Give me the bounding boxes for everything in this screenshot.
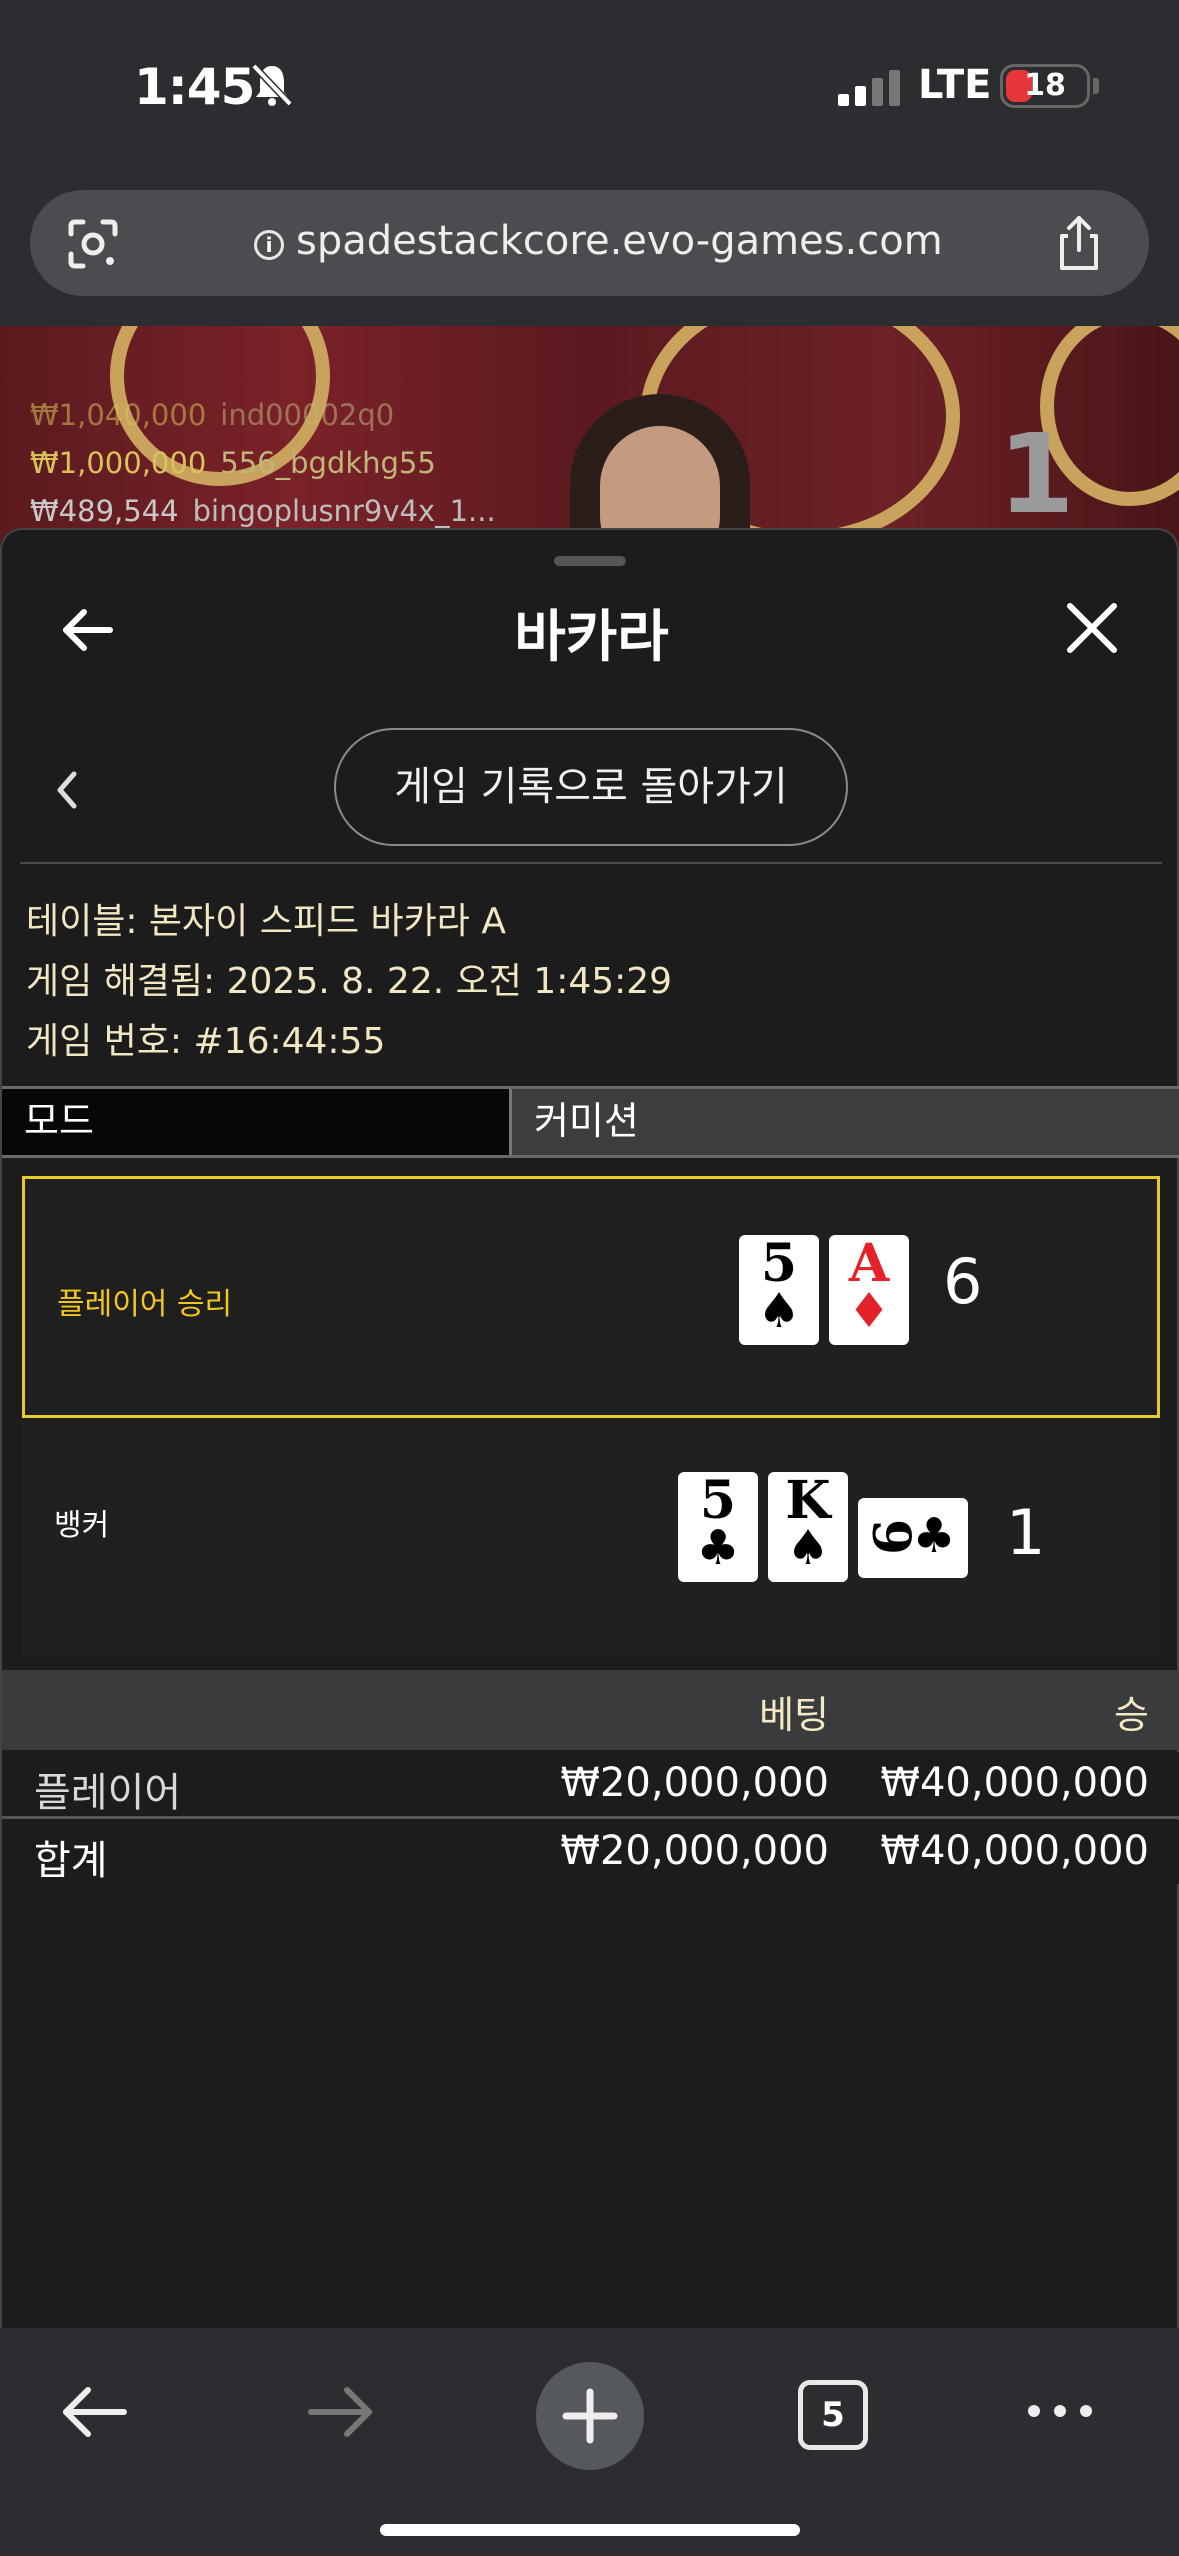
winner-name: 556_bgdkhg55	[220, 446, 436, 480]
banker-result-row: 뱅커 5 ♣ K ♠ 9 ♣ 1	[22, 1418, 1160, 1656]
winner-row: ₩1,040,000 ind00002q0	[30, 398, 394, 432]
bet-column-header: 베팅	[759, 1693, 829, 1737]
back-to-history-button[interactable]: 게임 기록으로 돌아가기	[334, 728, 848, 846]
more-icon[interactable]	[1024, 2396, 1096, 2426]
total-label: 합계	[34, 1838, 108, 1884]
status-bar: 1:45 LTE 18	[0, 0, 1179, 175]
tab-switcher-button[interactable]: 5	[798, 2380, 868, 2450]
battery-cap	[1093, 78, 1099, 94]
winner-row: ₩489,544 bingoplusnr9v4x_1...	[30, 494, 496, 528]
plus-icon	[562, 2388, 618, 2444]
new-tab-button[interactable]	[536, 2362, 644, 2470]
playing-card-sideways: 9 ♣	[858, 1498, 968, 1578]
game-detail-sheet: 바카라 게임 기록으로 돌아가기 테이블: 본자이 스피드 바카라 A 게임 해…	[0, 528, 1179, 2328]
total-bet-amount: ₩20,000,000	[560, 1828, 829, 1874]
bet-amount: ₩20,000,000	[560, 1760, 829, 1806]
home-indicator[interactable]	[380, 2524, 800, 2536]
bell-muted-icon	[251, 63, 293, 107]
chevron-left-icon[interactable]	[50, 768, 86, 812]
table-row: 합계 ₩20,000,000 ₩40,000,000	[2, 1820, 1179, 1884]
player-result-row: 플레이어 승리 5 ♠ A ♦ 6	[22, 1176, 1160, 1418]
club-icon: ♣	[912, 1508, 956, 1564]
total-win-amount: ₩40,000,000	[880, 1828, 1149, 1874]
player-score: 6	[943, 1245, 983, 1318]
winner-name: ind00002q0	[220, 398, 395, 432]
live-video-feed: 1 ₩1,040,000 ind00002q0 ₩1,000,000 556_bgd…	[0, 326, 1179, 556]
sheet-grabber[interactable]	[554, 556, 626, 566]
player-result-label: 플레이어 승리	[57, 1287, 233, 1322]
close-icon[interactable]	[1064, 600, 1120, 656]
battery-percent: 18	[1024, 68, 1066, 103]
playing-card: 5 ♠	[739, 1235, 819, 1345]
mode-value: 커미션	[534, 1099, 639, 1143]
spade-icon: ♠	[786, 1520, 830, 1576]
table-row: 플레이어 ₩20,000,000 ₩40,000,000	[2, 1752, 1179, 1816]
mode-label: 모드	[2, 1089, 512, 1155]
club-icon: ♣	[696, 1520, 740, 1576]
screen: 1:45 LTE 18 i spadestackcore.evo-games.c…	[0, 0, 1179, 2556]
overlay-number: 1	[998, 410, 1075, 538]
banker-result-label: 뱅커	[54, 1508, 110, 1543]
network-type: LTE	[918, 62, 992, 108]
battery-icon: 18	[1000, 64, 1090, 108]
playing-card: 5 ♣	[678, 1472, 758, 1582]
address-bar[interactable]: i spadestackcore.evo-games.com	[30, 190, 1149, 296]
playing-card: A ♦	[829, 1235, 909, 1345]
site-info-icon[interactable]: i	[254, 230, 284, 260]
win-column-header: 승	[1114, 1693, 1149, 1737]
game-number: 게임 번호: #16:44:55	[26, 1021, 386, 1062]
browser-toolbar: 5	[0, 2328, 1179, 2556]
bet-label: 플레이어	[34, 1770, 182, 1816]
winner-amount: ₩1,040,000	[30, 398, 207, 432]
signal-icon	[838, 70, 900, 106]
table-info: 테이블: 본자이 스피드 바카라 A	[26, 901, 506, 942]
sheet-title: 바카라	[514, 605, 669, 670]
url-text[interactable]: spadestackcore.evo-games.com	[296, 218, 943, 264]
share-icon[interactable]	[1050, 214, 1108, 272]
status-time: 1:45	[134, 58, 255, 116]
back-icon[interactable]	[60, 2382, 130, 2442]
mode-row: 모드 커미션	[2, 1086, 1179, 1158]
bets-table-header: 베팅 승	[2, 1670, 1179, 1750]
winner-amount: ₩1,000,000	[30, 446, 207, 480]
divider	[20, 862, 1162, 864]
winner-amount: ₩489,544	[30, 494, 179, 528]
google-lens-icon[interactable]	[65, 216, 121, 272]
spade-icon: ♠	[757, 1283, 801, 1339]
divider	[2, 1816, 1179, 1819]
playing-card: K ♠	[768, 1472, 848, 1582]
winner-name: bingoplusnr9v4x_1...	[192, 494, 496, 528]
winner-row: ₩1,000,000 556_bgdkhg55	[30, 446, 436, 480]
win-amount: ₩40,000,000	[880, 1760, 1149, 1806]
resolved-time: 게임 해결됨: 2025. 8. 22. 오전 1:45:29	[26, 961, 673, 1002]
diamond-icon: ♦	[847, 1283, 891, 1339]
banker-score: 1	[1006, 1496, 1046, 1569]
forward-icon[interactable]	[305, 2382, 375, 2442]
